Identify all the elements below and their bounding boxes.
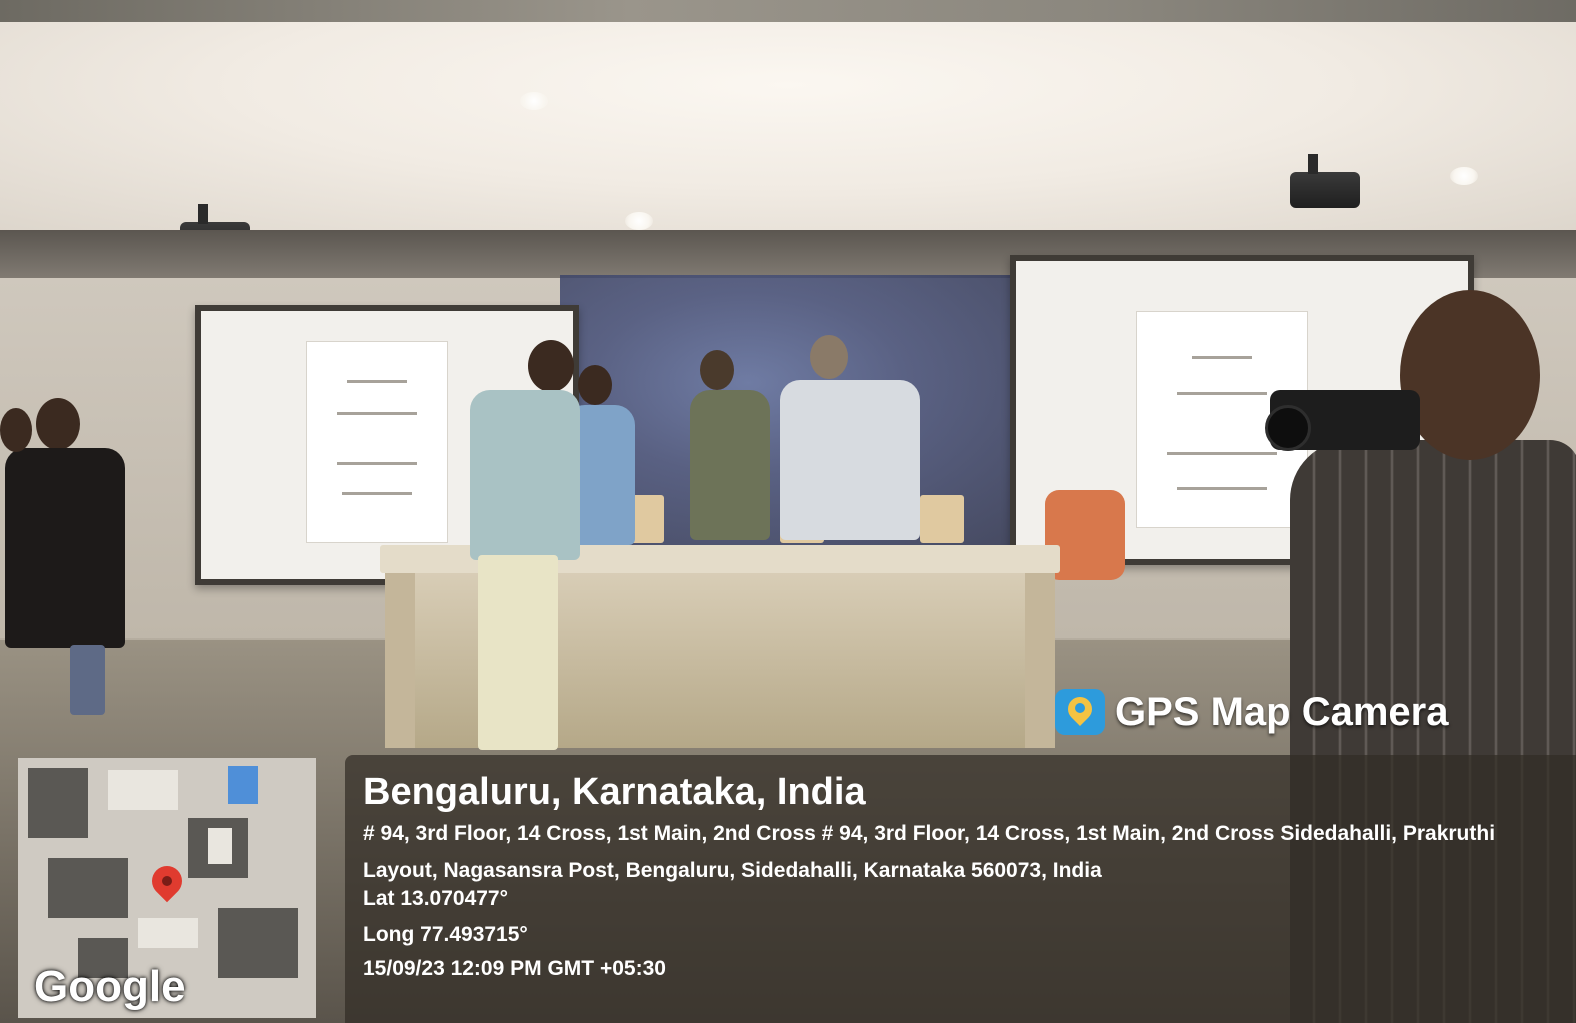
map-thumbnail: Google <box>18 758 316 1018</box>
ceiling-light <box>1450 167 1478 185</box>
top-strip <box>0 0 1576 22</box>
ceiling-light <box>520 92 548 110</box>
location-info-panel: Bengaluru, Karnataka, India # 94, 3rd Fl… <box>345 755 1576 1023</box>
camera-lens <box>1265 405 1311 451</box>
location-long: Long 77.493715° <box>363 923 528 946</box>
ceiling <box>0 22 1576 258</box>
gift-box <box>920 495 964 543</box>
gps-brand-label: GPS Map Camera <box>1115 689 1449 734</box>
map-google-label: Google <box>34 962 186 1011</box>
location-city: Bengaluru, Karnataka, India <box>363 771 866 813</box>
location-datetime: 15/09/23 12:09 PM GMT +05:30 <box>363 957 666 980</box>
certificate-slide <box>306 341 448 543</box>
location-lat: Lat 13.070477° <box>363 887 509 910</box>
table-leg <box>1025 573 1055 748</box>
map-pin-icon <box>145 859 189 903</box>
gps-map-camera-logo-icon <box>1055 689 1105 735</box>
table-leg <box>385 573 415 748</box>
location-address: # 94, 3rd Floor, 14 Cross, 1st Main, 2nd… <box>363 822 1496 882</box>
photo-scene: GPS Map Camera Google Bengaluru, Karnata… <box>0 0 1576 1023</box>
projector-right <box>1290 154 1360 208</box>
ceiling-light <box>625 212 653 230</box>
gps-brand: GPS Map Camera <box>1055 688 1448 736</box>
